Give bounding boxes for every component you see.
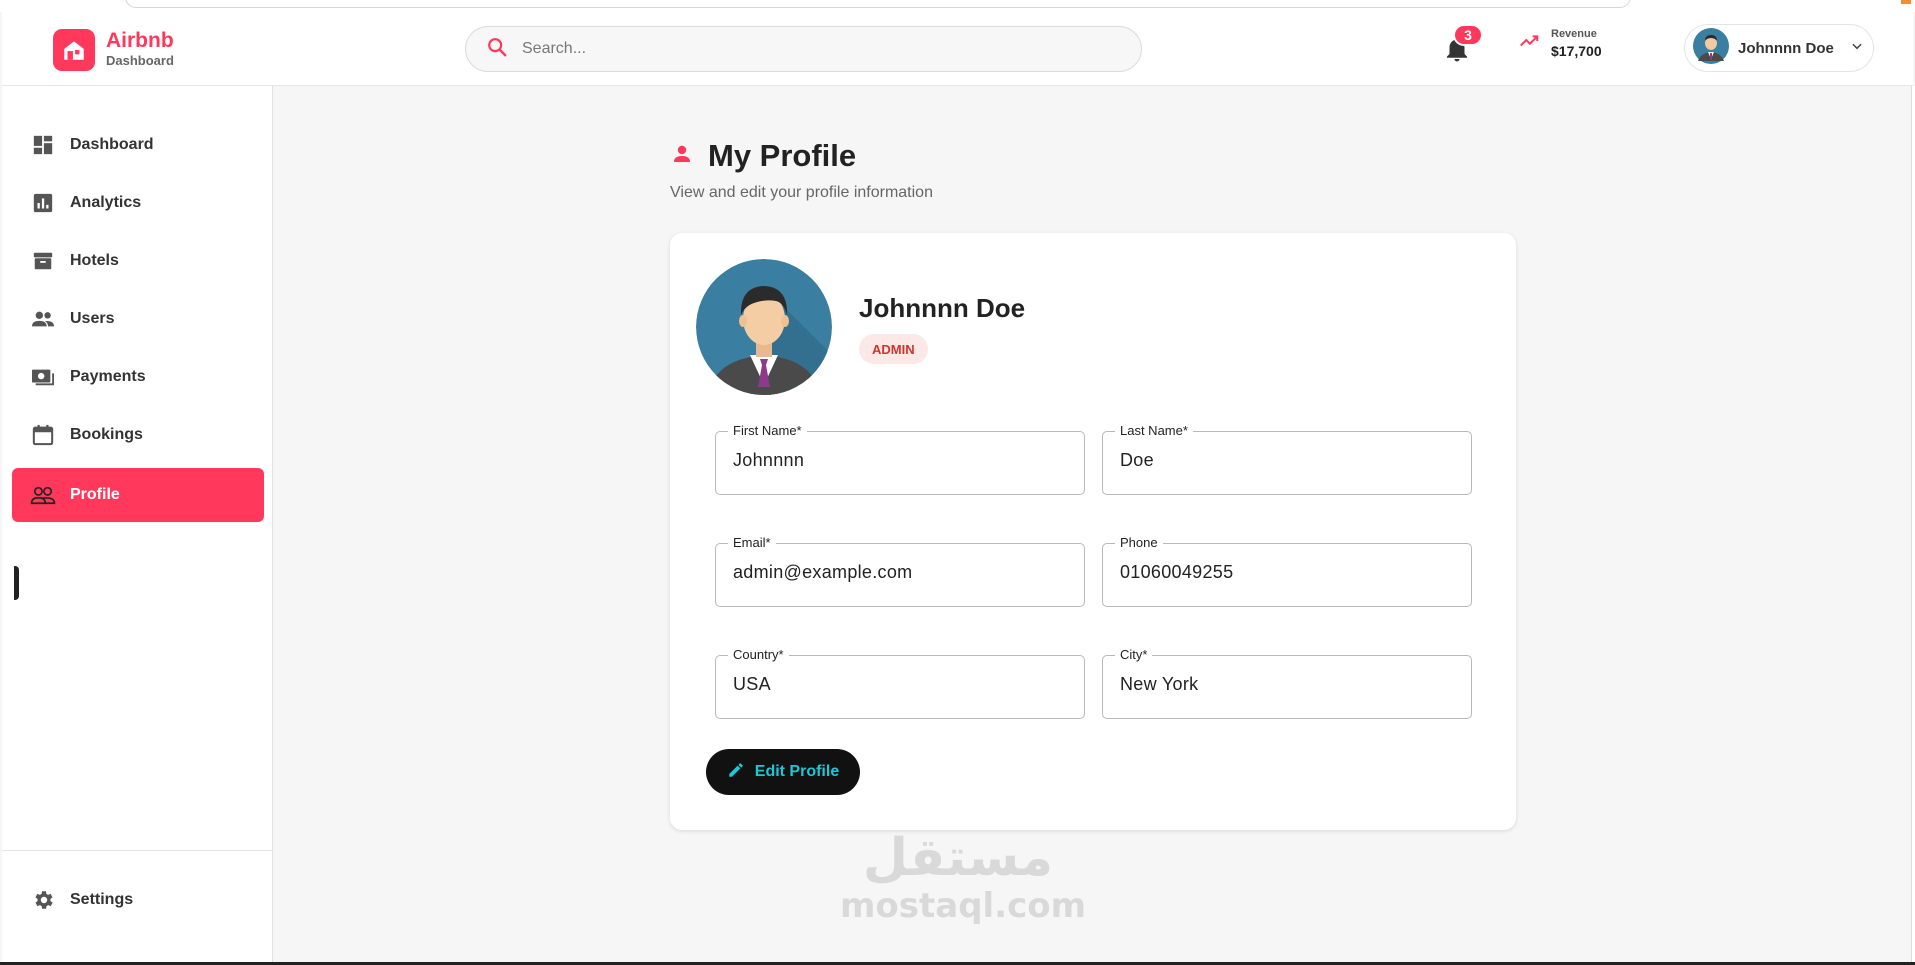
city-input[interactable]	[1120, 674, 1455, 695]
phone-input[interactable]	[1120, 562, 1455, 583]
search-icon	[486, 36, 508, 63]
page-subtitle: View and edit your profile information	[670, 184, 933, 201]
revenue-summary: Revenue $17,700	[1518, 28, 1602, 59]
airbnb-logo-icon[interactable]	[53, 29, 95, 71]
sidebar-item-label: Analytics	[70, 194, 142, 211]
sidebar-item-profile[interactable]: Profile	[12, 468, 264, 522]
sidebar-item-label: Bookings	[70, 426, 143, 443]
sidebar-item-label: Dashboard	[70, 136, 154, 153]
sidebar-item-bookings[interactable]: Bookings	[12, 408, 264, 462]
sidebar-item-analytics[interactable]: Analytics	[12, 176, 264, 230]
phone-field[interactable]: Phone	[1102, 535, 1472, 607]
email-label: Email*	[728, 535, 776, 551]
people-outline-icon	[30, 482, 56, 508]
gear-icon	[30, 887, 56, 913]
watermark: مستقل mostaql.com	[840, 828, 1087, 926]
analytics-icon	[30, 190, 56, 216]
person-icon	[670, 142, 694, 171]
edit-profile-label: Edit Profile	[754, 763, 840, 780]
first-name-label: First Name*	[728, 423, 807, 439]
country-field[interactable]: Country*	[715, 647, 1085, 719]
role-badge: ADMIN	[859, 334, 928, 364]
first-name-field[interactable]: First Name*	[715, 423, 1085, 495]
edit-profile-button[interactable]: Edit Profile	[706, 749, 860, 795]
top-header: Airbnb Dashboard 3 Revenue $17,700 Johnn…	[2, 12, 1913, 86]
watermark-arabic: مستقل	[862, 828, 1054, 888]
brand: Airbnb Dashboard	[106, 29, 174, 69]
pencil-icon	[727, 761, 745, 784]
city-field[interactable]: City*	[1102, 647, 1472, 719]
profile-avatar	[696, 259, 832, 395]
sidebar-item-hotels[interactable]: Hotels	[12, 234, 264, 288]
user-name: Johnnnn Doe	[1738, 39, 1834, 57]
revenue-label: Revenue	[1551, 28, 1597, 40]
payments-icon	[30, 364, 56, 390]
email-input[interactable]	[733, 562, 1068, 583]
browser-address-bar[interactable]	[125, 0, 1631, 8]
search-bar[interactable]	[465, 26, 1142, 72]
sidebar-item-label: Payments	[70, 368, 146, 385]
phone-label: Phone	[1115, 535, 1163, 551]
revenue-value: $17,700	[1551, 43, 1602, 59]
brand-subtitle: Dashboard	[106, 53, 174, 68]
browser-corner-indicator	[1901, 0, 1911, 4]
last-name-input[interactable]	[1120, 450, 1455, 471]
first-name-input[interactable]	[733, 450, 1068, 471]
profile-card: Johnnnn Doe ADMIN First Name* Last Name*…	[670, 233, 1516, 830]
email-field[interactable]: Email*	[715, 535, 1085, 607]
calendar-icon	[30, 422, 56, 448]
sidebar-item-dashboard[interactable]: Dashboard	[12, 118, 264, 172]
sidebar-divider	[2, 850, 273, 851]
notifications-count-badge: 3	[1453, 24, 1483, 46]
dashboard-icon	[30, 132, 56, 158]
last-name-field[interactable]: Last Name*	[1102, 423, 1472, 495]
page-header: My Profile View and edit your profile in…	[670, 138, 933, 202]
sidebar-item-settings[interactable]: Settings	[12, 873, 264, 927]
country-label: Country*	[728, 647, 789, 663]
sidebar-item-label: Settings	[70, 891, 134, 908]
user-menu-button[interactable]: Johnnnn Doe	[1684, 24, 1874, 72]
trending-up-icon	[1518, 30, 1540, 57]
brand-name: Airbnb	[106, 29, 174, 52]
sidebar: Dashboard Analytics Hotels Users Payment…	[2, 86, 273, 962]
active-item-indicator	[14, 566, 19, 600]
archive-icon	[30, 248, 56, 274]
profile-name: Johnnnn Doe	[859, 293, 1026, 323]
window-right-edge	[1911, 86, 1915, 962]
sidebar-item-label: Profile	[70, 486, 120, 503]
sidebar-item-payments[interactable]: Payments	[12, 350, 264, 404]
avatar	[1693, 27, 1729, 69]
watermark-latin: mostaql.com	[840, 886, 1087, 926]
chevron-down-icon	[1850, 39, 1864, 58]
sidebar-item-users[interactable]: Users	[12, 292, 264, 346]
sidebar-item-label: Hotels	[70, 252, 119, 269]
page-title: My Profile	[708, 138, 857, 173]
sidebar-item-label: Users	[70, 310, 115, 327]
country-input[interactable]	[733, 674, 1068, 695]
city-label: City*	[1115, 647, 1153, 663]
users-icon	[30, 306, 56, 332]
search-input[interactable]	[522, 40, 1082, 58]
last-name-label: Last Name*	[1115, 423, 1193, 439]
browser-strip	[0, 0, 1915, 12]
